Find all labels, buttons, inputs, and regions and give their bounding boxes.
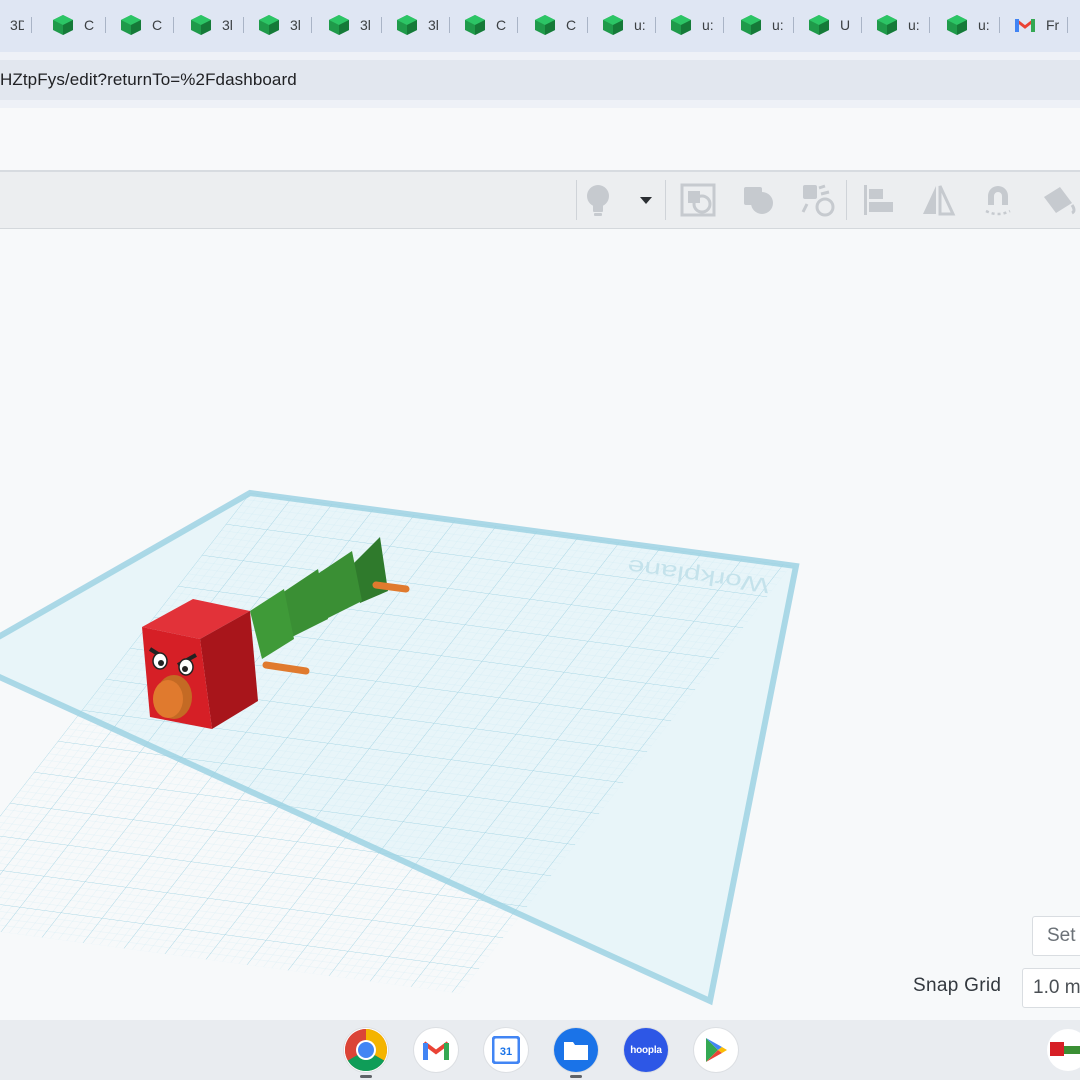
address-bar-area: HZtpFys/edit?returnTo=%2Fdashboard [0,52,1080,108]
hoopla-icon[interactable]: hoopla [624,1028,668,1072]
tinkercad-icon [465,15,485,35]
play-store-icon[interactable] [694,1028,738,1072]
tab-separator [587,17,588,33]
running-indicator [570,1075,582,1078]
workplane[interactable]: Workplane [0,489,800,1006]
running-indicator [360,1075,372,1078]
view-fit-icon[interactable] [676,178,720,222]
browser-tab[interactable]: 3D [0,10,32,40]
hoopla-label: hoopla [630,1044,662,1056]
tab-separator [1067,17,1068,33]
files-icon[interactable] [554,1028,598,1078]
tab-title: C [152,17,163,33]
toolbar-divider [846,180,847,220]
tinkercad-icon [329,15,349,35]
chrome-icon[interactable] [344,1028,388,1078]
tab-title: Fr [1046,17,1060,33]
browser-tab[interactable]: u: [946,10,1000,40]
snap-grid-label: Snap Grid [913,975,1002,996]
browser-tab[interactable]: u: [876,10,930,40]
tab-separator [105,17,106,33]
tinkercad-icon [809,15,829,35]
gmail-icon [1015,18,1035,32]
paint-icon[interactable] [1036,178,1080,222]
tab-separator [517,17,518,33]
note-icon[interactable] [576,178,620,222]
tab-title: 3l [360,17,371,33]
url-text[interactable]: HZtpFys/edit?returnTo=%2Fdashboard [0,70,297,90]
browser-tab[interactable]: 3l [396,10,450,40]
browser-tab[interactable]: Fr [1014,10,1068,40]
mirror-icon[interactable] [916,178,960,222]
tab-separator [723,17,724,33]
gmail-icon[interactable] [414,1028,458,1072]
tinkercad-header [0,108,1080,172]
tab-separator [793,17,794,33]
editor-toolbar [0,172,1080,229]
align-icon[interactable] [856,178,900,222]
tab-separator [655,17,656,33]
tab-separator [243,17,244,33]
tinkercad-icon [741,15,761,35]
tab-title: C [84,17,95,33]
3d-viewport[interactable]: Workplane Set Snap Grid 1.0 m [0,229,1080,1020]
tab-separator [449,17,450,33]
tinkercad-icon [121,15,141,35]
browser-tab[interactable]: C [464,10,518,40]
tinkercad-icon [671,15,691,35]
scene-canvas[interactable]: Workplane [0,229,1080,1020]
tinkercad-icon [259,15,279,35]
tab-separator [999,17,1000,33]
tinkercad-icon [53,15,73,35]
tab-title: u: [978,17,990,33]
browser-tab[interactable]: U [808,10,862,40]
settings-button[interactable]: Set [1032,916,1080,956]
browser-tab[interactable]: 3l [328,10,382,40]
tab-title: U [840,17,851,33]
tinkercad-icon [397,15,417,35]
browser-tab[interactable]: 3l [190,10,244,40]
tab-title: u: [634,17,646,33]
os-shelf: 31 hoopla [0,1020,1080,1080]
address-bar[interactable]: HZtpFys/edit?returnTo=%2Fdashboard [0,60,1080,100]
tinkercad-icon [877,15,897,35]
browser-tab[interactable]: u: [670,10,724,40]
tab-title: u: [908,17,920,33]
tinkercad-icon [603,15,623,35]
tab-title: C [496,17,507,33]
tab-separator [173,17,174,33]
dropdown-arrow-icon[interactable] [626,178,666,222]
calendar-day: 31 [500,1046,512,1058]
browser-tab[interactable]: u: [602,10,656,40]
ungroup-icon[interactable] [796,178,840,222]
tab-separator [31,17,32,33]
tab-title: 3D [10,17,24,33]
tinkercad-icon [191,15,211,35]
tab-separator [861,17,862,33]
tab-title: 3l [428,17,439,33]
browser-tab[interactable]: C [52,10,106,40]
tab-separator [381,17,382,33]
tab-title: 3l [290,17,301,33]
snap-grid-select[interactable]: 1.0 m [1022,968,1080,1008]
cruise-magnet-icon[interactable] [976,178,1020,222]
browser-tab[interactable]: 3l [258,10,312,40]
tab-title: C [566,17,577,33]
toolbar-divider [665,180,666,220]
browser-tab[interactable]: u: [740,10,794,40]
tab-separator [929,17,930,33]
browser-tab-strip: 3D C C 3l 3l 3l 3l C Cu: u: u: Uu: u: Fr [0,0,1080,52]
tab-title: 3l [222,17,233,33]
tab-title: u: [702,17,714,33]
browser-tab[interactable]: C [120,10,174,40]
calendar-icon[interactable]: 31 [484,1028,528,1072]
tinkercad-icon [535,15,555,35]
group-icon[interactable] [736,178,780,222]
tray-thumbnail-icon[interactable] [1046,1028,1080,1072]
tinkercad-icon [947,15,967,35]
tab-title: u: [772,17,784,33]
browser-tab[interactable]: C [534,10,588,40]
tab-separator [311,17,312,33]
